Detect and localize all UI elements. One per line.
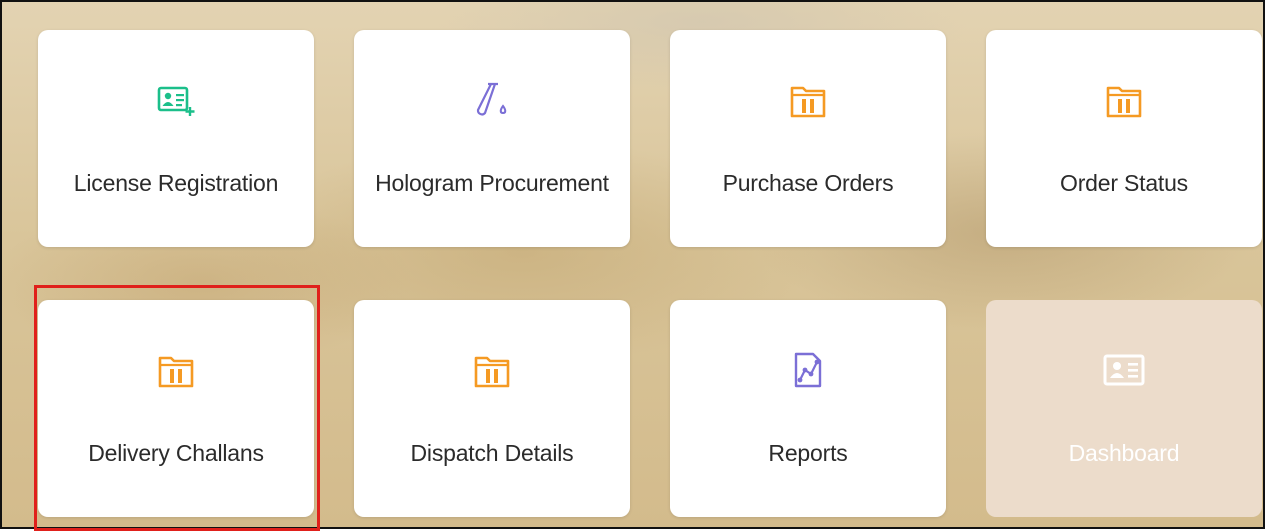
id-card-add-icon [152, 76, 200, 124]
tile-grid: License Registration Hologram Procuremen… [0, 0, 1265, 531]
reports-tile[interactable]: Reports [670, 300, 946, 517]
tile-label: Order Status [1060, 170, 1188, 196]
id-card-icon [1100, 346, 1148, 394]
dispatch-details-tile[interactable]: Dispatch Details [354, 300, 630, 517]
hologram-procurement-tile[interactable]: Hologram Procurement [354, 30, 630, 247]
tile-label: Purchase Orders [722, 170, 894, 196]
report-chart-icon [784, 346, 832, 394]
folder-icon [152, 346, 200, 394]
test-tube-icon [468, 76, 516, 124]
tile-label: Dispatch Details [410, 440, 574, 466]
tile-label: Reports [768, 440, 848, 466]
dashboard-tile[interactable]: Dashboard [986, 300, 1262, 517]
license-registration-tile[interactable]: License Registration [38, 30, 314, 247]
delivery-challans-tile[interactable]: Delivery Challans [38, 300, 314, 517]
tile-label: Delivery Challans [88, 440, 264, 466]
folder-icon [1100, 76, 1148, 124]
folder-icon [468, 346, 516, 394]
tile-label: License Registration [73, 170, 279, 196]
order-status-tile[interactable]: Order Status [986, 30, 1262, 247]
tile-label: Dashboard [1068, 440, 1180, 466]
purchase-orders-tile[interactable]: Purchase Orders [670, 30, 946, 247]
tile-label: Hologram Procurement [375, 170, 609, 196]
folder-icon [784, 76, 832, 124]
